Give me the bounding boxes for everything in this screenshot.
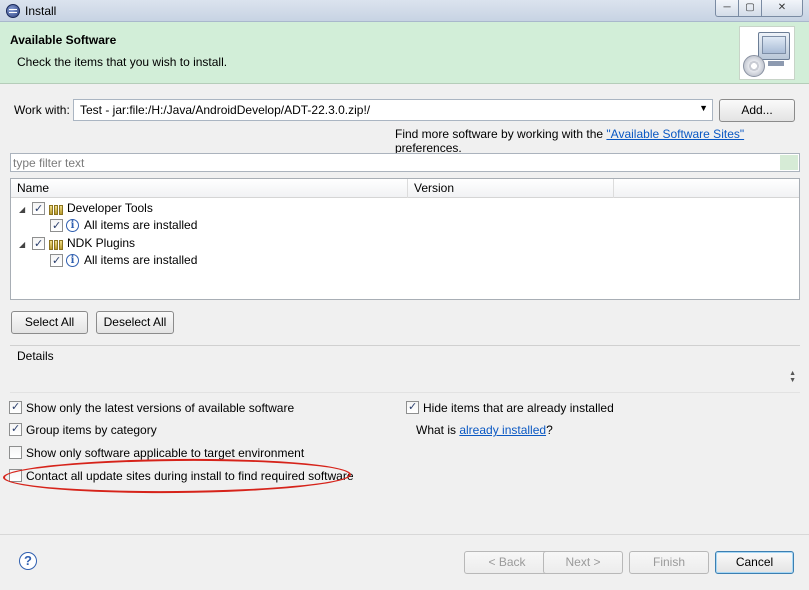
all-installed-checkbox[interactable] xyxy=(50,253,63,270)
info-icon: i xyxy=(66,219,79,232)
tree-item-label: All items are installed xyxy=(84,218,198,232)
help-icon[interactable]: ? xyxy=(19,552,37,570)
already-installed-link[interactable]: already installed xyxy=(459,423,546,437)
scroll-arrows-icon[interactable]: ▲ ▼ xyxy=(789,370,796,384)
collapse-triangle-icon[interactable]: ◢ xyxy=(19,236,27,249)
tree-item-label: NDK Plugins xyxy=(67,236,136,250)
show-applicable-checkbox[interactable] xyxy=(9,446,22,459)
cancel-button[interactable]: Cancel xyxy=(715,551,794,574)
minimize-button[interactable]: ─ xyxy=(715,0,739,17)
window-title: Install xyxy=(25,4,57,18)
clear-filter-icon[interactable] xyxy=(780,155,798,170)
work-with-combo[interactable]: Test - jar:file:/H:/Java/AndroidDevelop/… xyxy=(73,99,713,121)
tree-row[interactable]: i All items are installed xyxy=(11,252,791,270)
all-installed-checkbox[interactable] xyxy=(50,218,63,235)
tree-header: Name Version xyxy=(11,179,799,198)
tree-row[interactable]: i All items are installed xyxy=(11,217,791,235)
category-icon xyxy=(49,238,65,250)
finish-button[interactable]: Finish xyxy=(629,551,709,574)
collapse-triangle-icon[interactable]: ◢ xyxy=(19,201,27,214)
eclipse-icon xyxy=(6,4,20,18)
filter-input[interactable]: type filter text xyxy=(10,153,800,172)
find-more-text: Find more software by working with the "… xyxy=(395,127,745,155)
hide-installed-checkbox[interactable] xyxy=(406,400,419,414)
show-latest-checkbox[interactable] xyxy=(9,400,22,414)
tree-item-label: All items are installed xyxy=(84,253,198,267)
tree-row[interactable]: ◢ Developer Tools xyxy=(11,200,791,218)
filter-placeholder: type filter text xyxy=(13,156,85,170)
column-name[interactable]: Name xyxy=(11,179,408,198)
dropdown-arrow-icon[interactable]: ▼ xyxy=(699,103,708,113)
select-all-button[interactable]: Select All xyxy=(11,311,88,334)
tree-row[interactable]: ◢ NDK Plugins xyxy=(11,235,791,253)
developer-tools-checkbox[interactable] xyxy=(32,201,45,218)
details-label: Details xyxy=(17,349,54,363)
what-is-installed-text: What is already installed? xyxy=(416,423,553,437)
details-group: Details ▲ ▼ xyxy=(10,345,800,393)
deselect-all-button[interactable]: Deselect All xyxy=(96,311,174,334)
maximize-button[interactable]: ▢ xyxy=(738,0,762,17)
group-by-category-checkbox[interactable] xyxy=(9,422,22,436)
tree-item-label: Developer Tools xyxy=(67,201,153,215)
work-with-value: Test - jar:file:/H:/Java/AndroidDevelop/… xyxy=(80,103,371,117)
details-text-area[interactable]: ▲ ▼ xyxy=(10,363,800,393)
contact-update-sites-checkbox[interactable] xyxy=(9,469,22,482)
page-description: Check the items that you wish to install… xyxy=(17,55,228,69)
wizard-header: Available Software Check the items that … xyxy=(0,22,809,84)
monitor-icon xyxy=(758,32,790,60)
ndk-plugins-checkbox[interactable] xyxy=(32,236,45,253)
close-button[interactable]: ✕ xyxy=(761,0,803,17)
disc-icon xyxy=(743,55,765,77)
column-version[interactable]: Version xyxy=(408,179,614,198)
footer-separator xyxy=(0,534,809,535)
software-tree[interactable]: Name Version ◢ Developer Tools i All ite… xyxy=(10,178,800,300)
install-software-icon xyxy=(739,26,795,80)
add-button[interactable]: Add... xyxy=(719,99,795,122)
title-bar: Install ─ ▢ ✕ xyxy=(0,0,809,22)
back-button[interactable]: < Back xyxy=(464,551,550,574)
page-title: Available Software xyxy=(10,33,117,47)
next-button[interactable]: Next > xyxy=(543,551,623,574)
category-icon xyxy=(49,203,65,215)
work-with-label: Work with: xyxy=(14,103,70,117)
available-software-sites-link[interactable]: "Available Software Sites" xyxy=(606,127,744,141)
info-icon: i xyxy=(66,254,79,267)
